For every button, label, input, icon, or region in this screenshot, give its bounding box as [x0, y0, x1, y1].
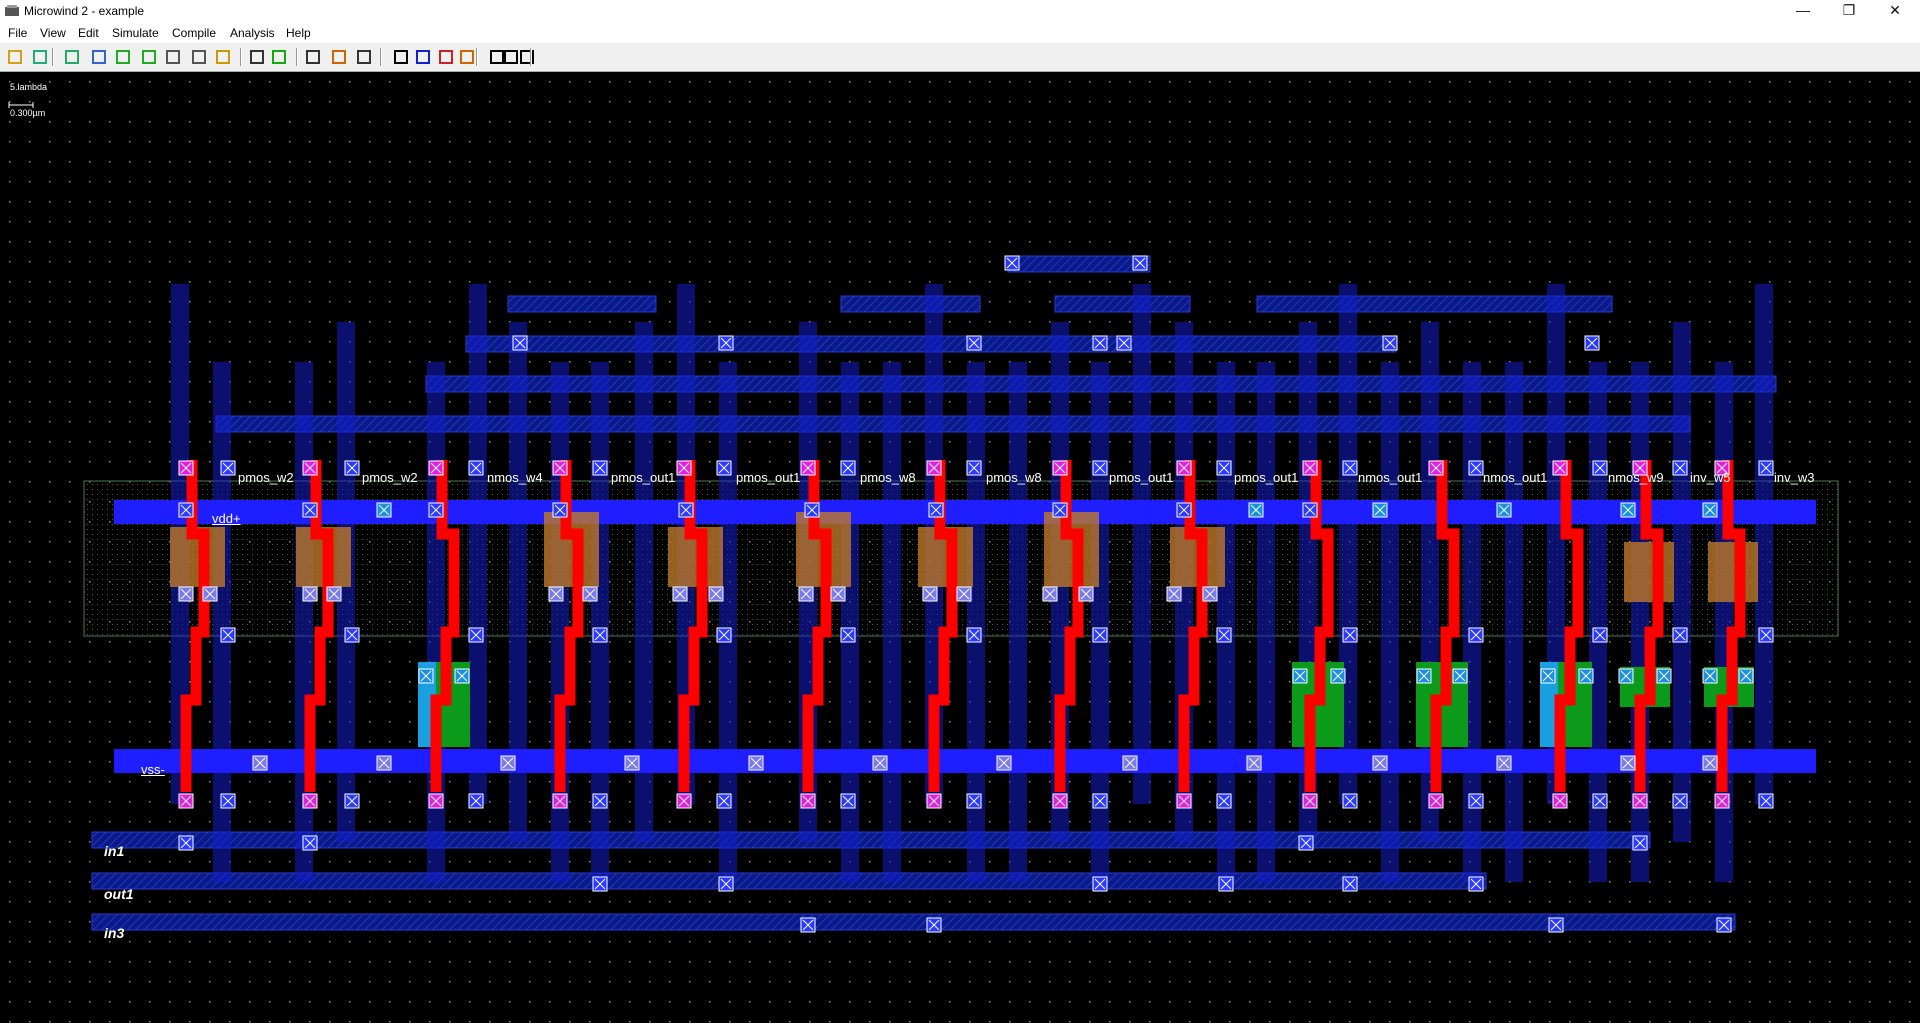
menu-view[interactable]: View: [40, 26, 66, 40]
device-label: pmos_w2: [362, 470, 418, 485]
pen-icon[interactable]: [63, 48, 81, 66]
device-label: nmos_w4: [487, 470, 543, 485]
toolbar-separator: [530, 48, 532, 66]
device-label: pmos_out1: [611, 470, 676, 485]
in1-label: in1: [104, 843, 125, 859]
menu-file[interactable]: File: [8, 26, 27, 40]
scale-lambda: 5.lambda: [10, 82, 48, 92]
device-label: nmos_out1: [1483, 470, 1548, 485]
minimize-button[interactable]: —: [1780, 0, 1826, 23]
menu-compile[interactable]: Compile: [172, 26, 216, 40]
toolbar-separator: [52, 48, 54, 66]
p-diffusion: [1708, 542, 1758, 602]
microwind-app-icon: [5, 5, 19, 16]
device-label: pmos_w2: [238, 470, 294, 485]
metal-column: [883, 362, 901, 882]
device-label: pmos_w8: [986, 470, 1042, 485]
layout-canvas[interactable]: 5.lambda 0.300µm pmos_w2 pmos_w2 nmos_w4 pm…: [0, 72, 1920, 1023]
menu-analysis[interactable]: Analysis: [230, 26, 275, 40]
copy-icon[interactable]: [114, 48, 132, 66]
vdd-label: vdd+: [212, 511, 241, 526]
connect-icon[interactable]: [330, 48, 348, 66]
metal2-bus: [507, 295, 657, 313]
move-icon[interactable]: [140, 48, 158, 66]
save-icon[interactable]: [31, 48, 49, 66]
toolbar-separator: [476, 48, 478, 66]
device-label: pmos_out1: [1109, 470, 1174, 485]
menu-simulate[interactable]: Simulate: [112, 26, 159, 40]
layout-drawing: [0, 72, 1920, 1023]
device-label: pmos_out1: [1234, 470, 1299, 485]
out1-label: out1: [104, 886, 134, 902]
window-title: Microwind 2 - example: [24, 4, 145, 18]
in3-label: in3: [104, 925, 125, 941]
toolbar: [0, 43, 1920, 72]
run-icon[interactable]: [270, 48, 288, 66]
device-label: nmos_out1: [1358, 470, 1423, 485]
metal-column: [1257, 362, 1275, 882]
metal-column: [1133, 284, 1151, 804]
extract-icon[interactable]: [355, 48, 373, 66]
scale-micron: 0.300µm: [10, 108, 46, 118]
curve-icon[interactable]: [437, 48, 455, 66]
metal2-bus: [840, 295, 981, 313]
device-label: inv_w5: [1690, 470, 1731, 485]
device-label: pmos_w8: [860, 470, 916, 485]
zoom-in-icon[interactable]: [164, 48, 182, 66]
vss-label: vss-: [141, 762, 165, 777]
simulate-icon[interactable]: [248, 48, 266, 66]
toolbar-separator: [380, 48, 382, 66]
metal-column: [1009, 362, 1027, 882]
menu-bar: File View Edit Simulate Compile Analysis…: [0, 23, 1920, 43]
metal-column: [1381, 362, 1399, 882]
metal2-bus: [91, 913, 1736, 931]
maximize-button[interactable]: ❐: [1826, 0, 1872, 23]
metal2-bus: [1007, 255, 1151, 273]
metal-column: [1505, 362, 1523, 882]
metal2-bus: [1054, 295, 1191, 313]
metal2-bus: [91, 831, 1651, 849]
device-label: inv_w3: [1774, 470, 1815, 485]
menu-edit[interactable]: Edit: [78, 26, 99, 40]
metal-column: [469, 284, 487, 804]
open-icon[interactable]: [6, 48, 24, 66]
ruler-icon[interactable]: [90, 48, 108, 66]
text-icon[interactable]: [392, 48, 410, 66]
layers-icon[interactable]: [458, 48, 476, 66]
menu-help[interactable]: Help: [286, 26, 311, 40]
gauge-icon[interactable]: [304, 48, 322, 66]
close-button[interactable]: ✕: [1872, 0, 1918, 23]
device-label: nmos_w9: [1608, 470, 1664, 485]
device-label: pmos_out1: [736, 470, 801, 485]
zoom-out-icon[interactable]: [190, 48, 208, 66]
toolbar-separator: [296, 48, 298, 66]
p-diffusion: [1624, 542, 1674, 602]
cell-icon[interactable]: [214, 48, 232, 66]
toolbar-separator: [240, 48, 242, 66]
stack-icon[interactable]: [414, 48, 432, 66]
pan-right-icon[interactable]: [518, 48, 536, 66]
title-bar: Microwind 2 - example — ❐ ✕: [0, 0, 1920, 23]
